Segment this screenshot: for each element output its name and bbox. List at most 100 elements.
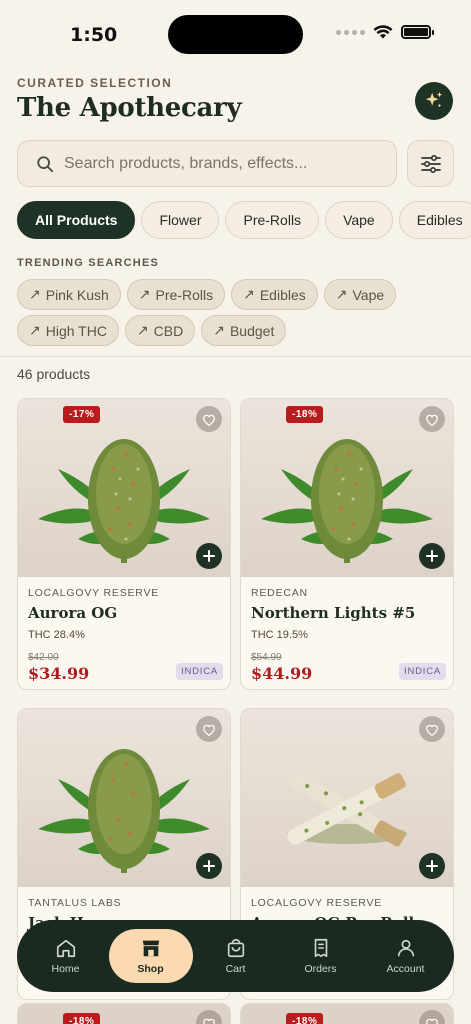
product-card-peek[interactable]: -18% (17, 1003, 231, 1024)
product-card[interactable]: -17% LOCALGOVY RESERVE Aurora OG THC 28.… (17, 398, 231, 690)
tab-cart[interactable]: Cart (194, 929, 278, 983)
favorite-button[interactable] (419, 1010, 445, 1024)
category-flower[interactable]: Flower (141, 201, 220, 239)
favorite-button[interactable] (196, 1010, 222, 1024)
favorite-button[interactable] (419, 716, 445, 742)
product-count: 46 products (17, 366, 91, 382)
add-to-cart-button[interactable] (419, 853, 445, 879)
product-thc: THC 28.4% (28, 629, 85, 641)
discount-badge: -17% (63, 406, 101, 423)
category-edibles[interactable]: Edibles (398, 201, 471, 239)
product-card[interactable]: -18% REDECAN Northern Lights #5 THC 19.5… (240, 398, 454, 690)
tab-home[interactable]: Home (24, 929, 108, 983)
category-all-products[interactable]: All Products (17, 201, 136, 239)
strain-badge: INDICA (176, 663, 223, 680)
product-brand: REDECAN (251, 587, 308, 599)
product-image (18, 709, 230, 887)
tab-label: Cart (225, 963, 246, 975)
discount-badge: -18% (63, 1013, 101, 1024)
product-grid: -17% LOCALGOVY RESERVE Aurora OG THC 28.… (17, 398, 454, 1000)
product-brand: LOCALGOVY RESERVE (28, 587, 160, 599)
plus-icon (203, 860, 215, 872)
trending-chip[interactable]: ↗ Pre-Rolls (126, 279, 226, 310)
product-image (241, 709, 453, 887)
product-card-peek[interactable]: -18% (240, 1003, 454, 1024)
favorite-button[interactable] (419, 406, 445, 432)
bag-icon (227, 938, 244, 958)
trend-up-icon: ↗ (213, 322, 225, 338)
trending-chips: ↗ Pink Kush ↗ Pre-Rolls ↗ Edibles ↗ Vape ↗ Hi… (17, 279, 417, 346)
trending-label: TRENDING SEARCHES (17, 257, 160, 269)
dynamic-island (168, 15, 303, 54)
original-price: $54.99 (251, 652, 282, 663)
trending-chip[interactable]: ↗ Vape (323, 279, 397, 310)
divider (0, 356, 471, 357)
receipt-icon (314, 938, 327, 958)
wifi-icon (373, 25, 393, 39)
heart-icon (426, 724, 438, 736)
add-to-cart-button[interactable] (196, 853, 222, 879)
heart-icon (203, 724, 215, 736)
product-name: Northern Lights #5 (251, 604, 416, 622)
heart-icon (203, 1018, 215, 1024)
tab-label: Account (386, 963, 425, 975)
tab-label: Shop (137, 963, 164, 975)
trend-up-icon: ↗ (335, 286, 348, 302)
add-to-cart-button[interactable] (419, 543, 445, 569)
add-to-cart-button[interactable] (196, 543, 222, 569)
status-icons (336, 25, 434, 39)
plus-icon (203, 550, 215, 562)
trending-chip[interactable]: ↗ CBD (124, 315, 196, 346)
tab-label: Orders (304, 963, 337, 975)
tab-account[interactable]: Account (364, 929, 448, 983)
status-bar: 1:50 (0, 0, 471, 62)
product-image: -17% (18, 399, 230, 577)
status-time: 1:50 (70, 24, 118, 46)
strain-badge: INDICA (399, 663, 446, 680)
tab-shop[interactable]: Shop (108, 929, 193, 983)
heart-icon (426, 1018, 438, 1024)
trend-up-icon: ↗ (136, 322, 149, 338)
search-input[interactable] (64, 154, 364, 173)
user-icon (397, 939, 414, 957)
heart-icon (426, 414, 438, 426)
signal-icon (336, 29, 365, 35)
trending-chip[interactable]: ↗ High THC (17, 315, 119, 346)
search-icon (37, 155, 54, 172)
page-header: CURATED SELECTION The Apothecary (17, 76, 454, 126)
favorite-button[interactable] (196, 406, 222, 432)
trending-chip[interactable]: ↗ Pink Kush (17, 279, 121, 310)
category-chips: All Products Flower Pre-Rolls Vape Edibl… (17, 201, 471, 239)
product-brand: LOCALGOVY RESERVE (251, 897, 383, 909)
trend-up-icon: ↗ (243, 286, 255, 302)
discount-badge: -18% (286, 406, 324, 423)
favorite-button[interactable] (196, 716, 222, 742)
plus-icon (426, 860, 438, 872)
product-image: -18% (241, 399, 453, 577)
discount-badge: -18% (286, 1013, 324, 1024)
category-vape[interactable]: Vape (325, 201, 393, 239)
product-thc: THC 19.5% (251, 629, 308, 641)
ai-assistant-button[interactable] (415, 82, 453, 120)
product-brand: TANTALUS LABS (28, 897, 122, 909)
home-icon (56, 939, 75, 958)
battery-icon (401, 25, 434, 39)
sparkle-icon (425, 91, 443, 108)
search-box[interactable] (17, 140, 397, 187)
original-price: $42.00 (28, 652, 59, 663)
trend-up-icon: ↗ (138, 286, 151, 302)
product-name: Aurora OG (28, 604, 118, 622)
shop-icon (142, 940, 159, 957)
bottom-tab-bar: Home Shop Cart Orders Account (17, 920, 454, 992)
category-pre-rolls[interactable]: Pre-Rolls (225, 201, 320, 239)
page-title: The Apothecary (17, 93, 242, 123)
filter-button[interactable] (407, 140, 454, 187)
search-row (17, 140, 454, 187)
header-eyebrow: CURATED SELECTION (17, 76, 173, 90)
plus-icon (426, 550, 438, 562)
heart-icon (203, 414, 215, 426)
trending-chip[interactable]: ↗ Edibles (231, 279, 318, 310)
trending-chip[interactable]: ↗ Budget (201, 315, 287, 346)
tab-label: Home (51, 963, 80, 975)
tab-orders[interactable]: Orders (279, 929, 363, 983)
